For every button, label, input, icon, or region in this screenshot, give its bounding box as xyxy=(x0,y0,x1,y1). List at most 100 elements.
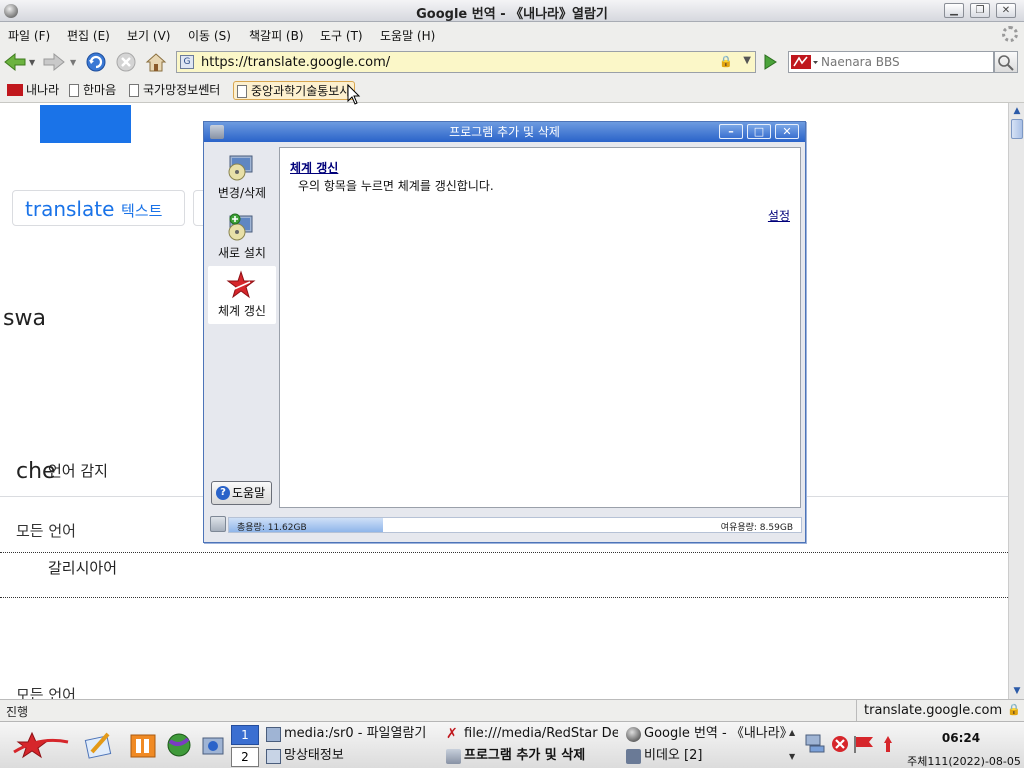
status-host-text: translate.google.com xyxy=(864,703,1003,718)
url-text[interactable]: https://translate.google.com/ xyxy=(201,55,390,70)
text-translation-tab[interactable]: translate 텍스트 xyxy=(12,190,185,226)
sidebar-item-modify-remove[interactable]: 변경/삭제 xyxy=(208,148,276,204)
translate-logo-text: translate xyxy=(25,197,115,221)
dialog-content-panel: 체계 갱신 우의 항목을 누르면 체계를 갱신합니다. 설정 xyxy=(279,147,801,508)
disk-usage-footer: 총용량: 11.62GB 여유용량: 8.59GB xyxy=(208,514,802,536)
reload-icon[interactable] xyxy=(84,51,108,73)
all-languages-heading: 모든 언어 xyxy=(16,522,76,540)
magnifier-icon xyxy=(998,55,1014,71)
page-scrollbar[interactable]: ▲ ▼ xyxy=(1008,103,1024,699)
install-disc-icon xyxy=(228,213,253,241)
disk-used-text: 총용량: 11.62GB xyxy=(237,523,307,533)
status-text: 진행 xyxy=(6,705,29,719)
red-star-icon xyxy=(226,270,256,299)
forward-arrow-icon[interactable] xyxy=(42,51,66,73)
file-manager-icon xyxy=(266,727,281,742)
back-arrow-icon[interactable] xyxy=(3,51,27,73)
dialog-titlebar[interactable]: 프로그램 추가 및 삭제 – □ ✕ xyxy=(204,122,805,142)
clock[interactable]: 06:24 주체111(2022)-08-05 xyxy=(904,722,1024,768)
network-tray-icon[interactable] xyxy=(804,732,826,754)
menu-go[interactable]: 이동 (S) xyxy=(188,27,231,44)
sidebar-item-label: 새로 설치 xyxy=(218,246,266,260)
file-x-icon: ✗ xyxy=(446,726,458,742)
task-scroll-up-icon[interactable]: ▲ xyxy=(789,728,795,737)
office-suite-icon[interactable] xyxy=(128,730,158,760)
bookmark-label: 중앙과학기술통보사 xyxy=(251,84,351,98)
task-video[interactable]: 비데오 [2] xyxy=(624,746,790,768)
menu-edit[interactable]: 편집 (E) xyxy=(67,27,110,44)
disk-free-text: 여유용량: 8.59GB xyxy=(720,523,793,533)
status-bar: 진행 translate.google.com 🔒 xyxy=(0,699,1024,721)
bookmark-science-technology[interactable]: 중앙과학기술통보사 xyxy=(233,81,356,100)
help-button[interactable]: ? 도움말 xyxy=(211,481,272,505)
language-option-galician[interactable]: 갈리시아어 xyxy=(48,557,117,578)
minimize-button[interactable]: ▁ xyxy=(944,3,964,18)
scrollbar-thumb[interactable] xyxy=(1011,119,1023,139)
site-favicon-icon: G xyxy=(180,55,194,69)
dialog-sidebar: 변경/삭제 새로 설치 체계 갱신 xyxy=(208,146,278,508)
bookmark-national-network-center[interactable]: 국가망정보쎈터 xyxy=(126,81,220,100)
search-button[interactable] xyxy=(994,51,1018,73)
back-dropdown-icon[interactable]: ▼ xyxy=(29,58,35,67)
menu-help[interactable]: 도움말 (H) xyxy=(380,27,435,44)
task-scroll-down-icon[interactable]: ▼ xyxy=(789,752,795,761)
task-label: 비데오 [2] xyxy=(644,748,703,763)
bookmark-hanmaeum[interactable]: 한마음 xyxy=(66,81,116,100)
text-tab-label: 텍스트 xyxy=(121,202,163,220)
settings-tools-icon[interactable] xyxy=(198,730,228,760)
lock-icon: 🔒 xyxy=(719,55,733,68)
url-bar[interactable]: G https://translate.google.com/ 🔒 ▼ xyxy=(176,51,756,73)
stop-icon[interactable] xyxy=(114,51,138,73)
dialog-minimize-button[interactable]: – xyxy=(719,124,743,139)
security-lock-icon[interactable]: 🔒 xyxy=(1007,703,1021,716)
sidebar-item-new-install[interactable]: 새로 설치 xyxy=(208,208,276,264)
dialog-close-button[interactable]: ✕ xyxy=(775,124,799,139)
task-file-url[interactable]: ✗ file:///media/RedStar De xyxy=(444,724,618,746)
url-history-dropdown-icon[interactable]: ▼ xyxy=(743,55,751,66)
close-button[interactable]: ✕ xyxy=(996,3,1016,18)
bookmark-naenara[interactable]: 내나라 xyxy=(5,81,59,100)
desktop-1-button[interactable]: 1 xyxy=(231,725,259,745)
window-titlebar[interactable]: Google 번역 - 《내나라》열람기 ▁ ❐ ✕ xyxy=(0,0,1024,22)
scroll-down-arrow-icon[interactable]: ▼ xyxy=(1011,685,1023,697)
task-label: 망상태정보 xyxy=(284,748,344,763)
torch-icon[interactable] xyxy=(880,734,896,754)
page-icon xyxy=(69,84,79,97)
start-menu-redstar-icon[interactable] xyxy=(10,730,70,760)
settings-link[interactable]: 설정 xyxy=(768,207,790,224)
panel-heading-link[interactable]: 체계 갱신 xyxy=(290,159,338,176)
sign-in-button[interactable] xyxy=(40,105,131,143)
maximize-button[interactable]: ❐ xyxy=(970,3,990,18)
search-input[interactable] xyxy=(821,54,991,70)
menu-view[interactable]: 보기 (V) xyxy=(127,27,170,44)
task-network-status[interactable]: 망상태정보 xyxy=(264,746,442,768)
menu-bookmarks[interactable]: 책갈피 (B) xyxy=(249,27,304,44)
menu-file[interactable]: 파일 (F) xyxy=(8,27,50,44)
task-google-translate[interactable]: Google 번역 - 《내나라》 xyxy=(624,724,790,746)
desktop-2-button[interactable]: 2 xyxy=(231,747,259,767)
panel-description: 우의 항목을 누르면 체계를 갱신합니다. xyxy=(298,179,494,193)
task-add-remove-programs[interactable]: 프로그램 추가 및 삭제 xyxy=(444,746,618,768)
forward-dropdown-icon[interactable]: ▼ xyxy=(70,58,76,67)
scroll-up-arrow-icon[interactable]: ▲ xyxy=(1011,105,1023,117)
task-file-manager[interactable]: media:/sr0 - 파일열람기 xyxy=(264,724,442,746)
clock-date: 주체111(2022)-08-05 xyxy=(907,755,1021,768)
network-status-icon xyxy=(266,749,281,764)
go-button-icon[interactable] xyxy=(760,52,780,72)
web-browser-icon[interactable] xyxy=(164,730,194,760)
menu-tools[interactable]: 도구 (T) xyxy=(320,27,363,44)
bookmark-label: 국가망정보쎈터 xyxy=(143,83,221,97)
help-button-label: 도움말 xyxy=(232,486,266,500)
search-engine-logo-icon[interactable] xyxy=(791,54,819,70)
red-flag-icon[interactable] xyxy=(852,734,876,754)
text-editor-icon[interactable] xyxy=(84,730,114,760)
sidebar-item-system-update[interactable]: 체계 갱신 xyxy=(208,266,276,324)
window-title: Google 번역 - 《내나라》열람기 xyxy=(416,7,608,22)
status-host-panel: translate.google.com 🔒 xyxy=(856,700,1024,721)
search-bar[interactable] xyxy=(788,51,994,73)
dialog-maximize-button[interactable]: □ xyxy=(747,124,771,139)
detect-language-option[interactable]: 언어 감지 xyxy=(48,460,108,481)
clock-time: 06:24 xyxy=(941,731,981,745)
home-icon[interactable] xyxy=(144,51,168,73)
network-disconnected-icon[interactable] xyxy=(830,734,850,754)
